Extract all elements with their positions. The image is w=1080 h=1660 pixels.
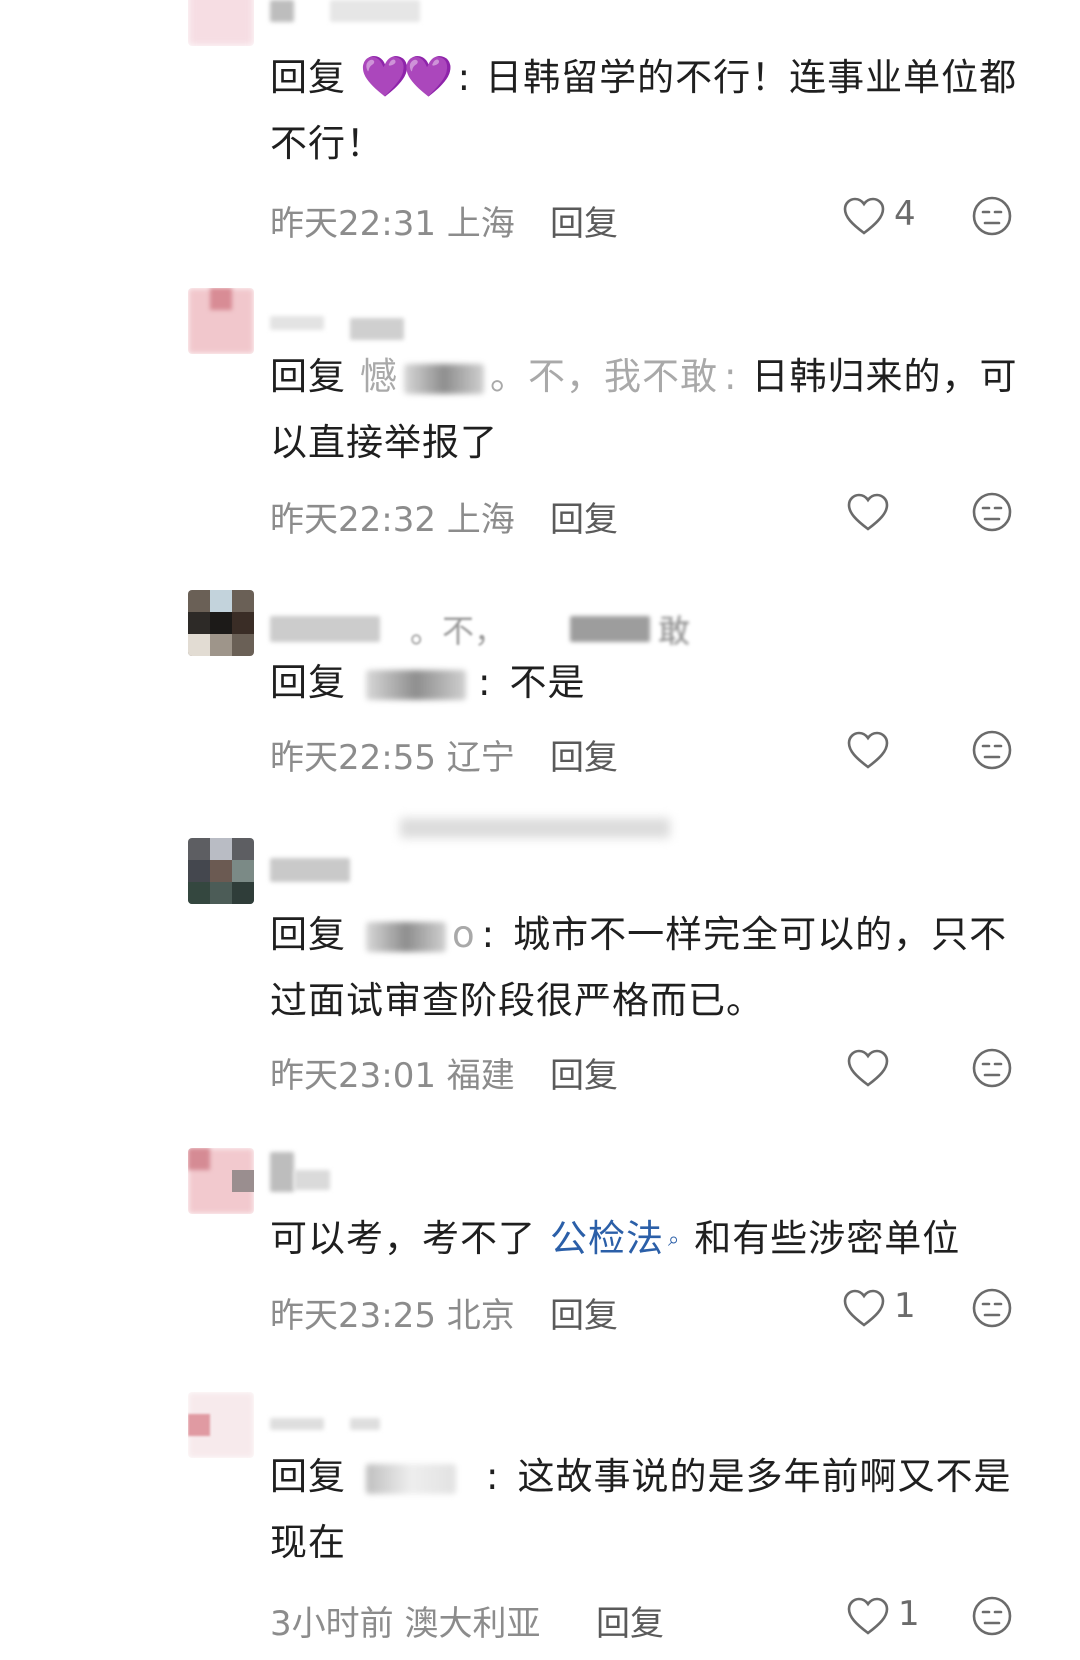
comment-body-tail: 和有些涉密单位	[694, 1217, 961, 1260]
avatar[interactable]	[188, 0, 254, 46]
avatar[interactable]	[188, 288, 254, 354]
colon: :	[724, 355, 738, 398]
heart-outline-icon	[843, 1289, 885, 1327]
neutral-face-icon[interactable]	[970, 1594, 1014, 1638]
comment-text: 可以考，考不了 公检法 ⌕ 和有些涉密单位	[270, 1206, 1030, 1272]
reply-to-name-partial[interactable]: 憾	[360, 355, 398, 398]
comment-meta: 昨天22:31 上海 回复 4	[270, 188, 1030, 244]
colon: :	[481, 913, 496, 956]
blurred-overlay	[400, 818, 670, 838]
comment-text: 回复: 不是	[270, 650, 1030, 716]
comment-body: 不是	[509, 661, 586, 704]
neutral-face-icon[interactable]	[970, 490, 1014, 534]
colon: :	[486, 1455, 500, 1498]
heart-outline-icon	[847, 731, 889, 769]
username-tail: 敢	[658, 612, 691, 650]
neutral-face-icon[interactable]	[970, 1046, 1014, 1090]
username-partial: 。不，	[410, 612, 507, 650]
colon: :	[457, 56, 472, 99]
like-count: 1	[898, 1594, 920, 1634]
comment-text: 回复: 这故事说的是多年前啊又不是现在	[270, 1444, 1030, 1576]
reply-button[interactable]: 回复	[550, 492, 618, 541]
reply-prefix: 回复	[270, 1455, 346, 1498]
comment-meta: 昨天23:01 福建 回复	[270, 1040, 1030, 1096]
like-button[interactable]	[846, 726, 936, 774]
like-button[interactable]	[846, 488, 936, 536]
timestamp-location: 昨天22:55 辽宁	[270, 738, 515, 778]
comment-text: 回复 💜💜: 日韩留学的不行！连事业单位都不行！	[270, 44, 1030, 177]
like-count: 4	[894, 194, 916, 234]
like-button[interactable]: 1	[846, 1592, 936, 1640]
like-button[interactable]: 4	[842, 192, 932, 240]
neutral-face-icon[interactable]	[970, 1286, 1014, 1330]
search-icon[interactable]: ⌕	[668, 1227, 680, 1251]
neutral-face-icon[interactable]	[970, 728, 1014, 772]
timestamp-location: 昨天23:25 北京	[270, 1296, 515, 1336]
heart-outline-icon	[847, 1049, 889, 1087]
comment-meta: 昨天22:32 上海 回复	[270, 484, 1030, 540]
heart-outline-icon	[847, 493, 889, 531]
avatar[interactable]	[188, 1148, 254, 1214]
reply-to-name-blurred[interactable]	[366, 921, 446, 952]
comment-meta: 昨天23:25 北京 回复 1	[270, 1280, 1030, 1336]
avatar[interactable]	[188, 1392, 254, 1458]
reply-prefix: 回复	[270, 661, 346, 704]
reply-button[interactable]: 回复	[550, 1288, 618, 1337]
reply-button[interactable]: 回复	[550, 1048, 618, 1097]
like-button[interactable]	[846, 1044, 936, 1092]
reply-to-name-tail[interactable]: o	[452, 913, 476, 956]
like-count: 1	[894, 1286, 916, 1326]
neutral-face-icon[interactable]	[970, 194, 1014, 238]
comment-text: 回复憾。不，我不敢: 日韩归来的，可以直接举报了	[270, 344, 1030, 476]
timestamp-location: 昨天22:31 上海	[270, 204, 515, 244]
avatar[interactable]	[188, 838, 254, 904]
comment-meta: 昨天22:55 辽宁 回复	[270, 722, 1030, 778]
timestamp-location: 昨天23:01 福建	[270, 1056, 515, 1096]
purple-heart-emoji[interactable]: 💜💜	[360, 54, 454, 100]
timestamp-location: 3小时前 澳大利亚	[270, 1604, 541, 1644]
reply-button[interactable]: 回复	[550, 730, 618, 779]
like-button[interactable]: 1	[842, 1284, 932, 1332]
heart-outline-icon	[843, 197, 885, 235]
timestamp-location: 昨天22:32 上海	[270, 500, 515, 540]
avatar[interactable]	[188, 590, 254, 656]
reply-prefix: 回复	[270, 913, 346, 956]
comment-meta: 3小时前 澳大利亚 回复 1	[270, 1588, 1030, 1644]
colon: :	[478, 661, 492, 704]
username-blurred[interactable]: 。不， 敢	[270, 612, 730, 650]
reply-button[interactable]: 回复	[550, 196, 618, 245]
comment-text: 回复 o: 城市不一样完全可以的，只不过面试审查阶段很严格而已。	[270, 902, 1030, 1034]
reply-to-name-tail[interactable]: 。不，我不敢	[490, 355, 718, 398]
reply-to-name-blurred[interactable]	[366, 1463, 456, 1494]
search-link[interactable]: 公检法	[550, 1217, 664, 1260]
reply-to-name-blurred[interactable]	[404, 363, 484, 394]
reply-prefix: 回复	[270, 56, 346, 99]
heart-outline-icon	[847, 1597, 889, 1635]
reply-prefix: 回复	[270, 355, 346, 398]
reply-to-name-blurred[interactable]	[366, 669, 466, 700]
reply-button[interactable]: 回复	[596, 1596, 664, 1645]
comment-body: 可以考，考不了	[270, 1217, 536, 1260]
